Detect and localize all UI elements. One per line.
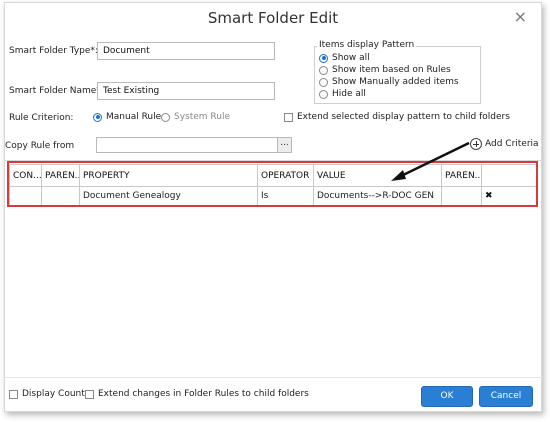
radio-selected-icon [93, 112, 102, 122]
ok-button[interactable]: OK [421, 386, 473, 407]
footer-divider [5, 377, 543, 378]
dialog-title: Smart Folder Edit [207, 9, 339, 27]
folder-type-field[interactable]: Document [97, 42, 275, 60]
folder-name-field[interactable]: Test Existing [97, 82, 275, 100]
radio-icon [319, 77, 328, 87]
pattern-option-manual[interactable]: Show Manually added items [319, 77, 459, 87]
display-count-checkbox[interactable]: Display Count [9, 389, 85, 399]
copy-rule-field[interactable] [96, 137, 278, 153]
extend-pattern-checkbox[interactable]: Extend selected display pattern to child… [284, 112, 510, 122]
pattern-option-hide-all[interactable]: Hide all [319, 89, 366, 99]
checkbox-icon [284, 112, 293, 122]
add-criteria-button[interactable]: Add Criteria [470, 138, 539, 150]
pattern-option-rules[interactable]: Show item based on Rules [319, 65, 451, 75]
pattern-option-label: Show all [332, 53, 370, 63]
checkbox-icon [9, 389, 18, 399]
cancel-button[interactable]: Cancel [479, 386, 533, 407]
copy-rule-label: Copy Rule from [5, 141, 75, 151]
extend-pattern-label: Extend selected display pattern to child… [297, 112, 510, 122]
radio-selected-icon [319, 53, 328, 63]
smart-folder-edit-dialog: Smart Folder Edit × Smart Folder Type*: … [4, 2, 543, 412]
rule-option-label: Manual Rule [106, 112, 162, 122]
rule-option-label: System Rule [174, 112, 231, 122]
folder-type-label: Smart Folder Type*: [9, 46, 98, 56]
rule-option-manual[interactable]: Manual Rule [93, 112, 161, 122]
add-criteria-label: Add Criteria [485, 139, 539, 149]
display-pattern-title: Items display Pattern [317, 40, 417, 50]
extend-changes-checkbox[interactable]: Extend changes in Folder Rules to child … [85, 389, 309, 399]
browse-icon[interactable]: ... [277, 137, 292, 153]
radio-icon [161, 112, 170, 122]
extend-changes-label: Extend changes in Folder Rules to child … [98, 389, 309, 399]
display-count-label: Display Count [22, 389, 85, 399]
rule-option-system[interactable]: System Rule [161, 112, 230, 122]
pattern-option-show-all[interactable]: Show all [319, 53, 370, 63]
rule-criterion-label: Rule Criterion: [9, 113, 74, 123]
pattern-option-label: Hide all [332, 89, 366, 99]
pattern-option-label: Show Manually added items [332, 77, 459, 87]
annotation-arrow [391, 141, 470, 181]
radio-icon [319, 89, 328, 99]
checkbox-icon [85, 389, 94, 399]
close-icon[interactable]: × [514, 7, 527, 26]
pattern-option-label: Show item based on Rules [332, 65, 451, 75]
radio-icon [319, 65, 328, 75]
folder-name-label: Smart Folder Name*: [9, 86, 104, 96]
